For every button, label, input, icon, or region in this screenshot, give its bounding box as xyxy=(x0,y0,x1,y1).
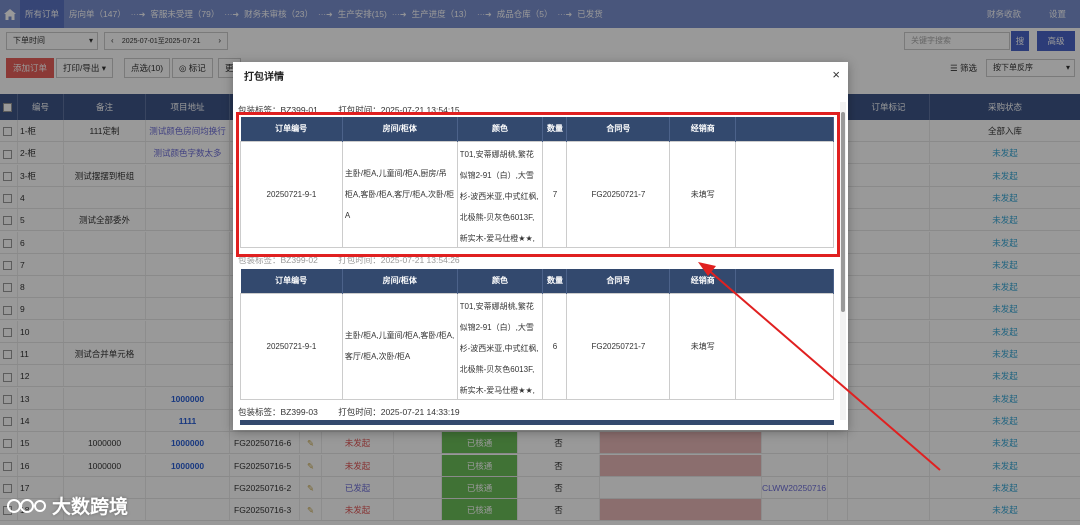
scrollbar-thumb[interactable] xyxy=(841,112,845,312)
cell-color: T01,安蒂娜胡桃,繁花似锦2-91（白）,大雪杉-波西米亚,中式红枫,北极熊-… xyxy=(456,292,544,400)
annotation-highlight-box xyxy=(236,112,840,257)
package-time: 打包时间：2025-07-21 14:33:19 xyxy=(338,407,460,417)
th-contract: 合同号 xyxy=(566,269,671,293)
cell-room: 主卧/柜A,儿童间/柜A,客卧/柜A,客厅/柜A,次卧/柜A xyxy=(341,292,458,400)
th-room: 房间/柜体 xyxy=(342,269,458,293)
modal-title: 打包详情 xyxy=(244,72,284,83)
cell-contract: FG20250721-7 xyxy=(566,292,671,400)
th-dealer: 经销商 xyxy=(669,269,737,293)
package-table-header: 订单编号 房间/柜体 颜色 数量 合同号 经销商 xyxy=(240,269,834,293)
watermark: 大数跨境 xyxy=(6,492,128,519)
th-color: 颜色 xyxy=(457,269,544,293)
cell-order-no: 20250721-9-1 xyxy=(240,292,343,400)
package-row: 20250721-9-1 主卧/柜A,儿童间/柜A,客卧/柜A,客厅/柜A,次卧… xyxy=(240,292,834,400)
package-table-header xyxy=(240,420,834,425)
watermark-text: 大数跨境 xyxy=(52,497,129,518)
modal-scrollbar[interactable] xyxy=(840,102,846,420)
cell-dealer: 未填写 xyxy=(669,292,737,400)
package-meta: 包装标签：BZ399-03 打包时间：2025-07-21 14:33:19 xyxy=(238,406,478,418)
color-text: T01,安蒂娜胡桃,繁花似锦2-91（白）,大雪杉-波西米亚,中式红枫,北极熊-… xyxy=(459,301,539,395)
brand-logo-icon xyxy=(7,498,46,513)
package-table: 订单编号 房间/柜体 颜色 数量 合同号 经销商 20250721-9-1 主卧… xyxy=(240,269,834,400)
cell-qty: 6 xyxy=(542,292,568,400)
th-qty: 数量 xyxy=(542,269,568,293)
close-icon[interactable]: × xyxy=(832,67,840,82)
package-tag: 包装标签：BZ399-03 xyxy=(238,407,318,417)
th-order-no: 订单编号 xyxy=(240,269,343,293)
